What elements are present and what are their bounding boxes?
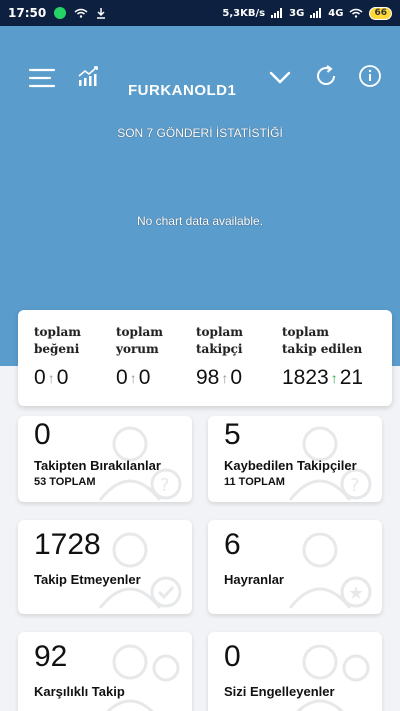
summary-value: 0 (34, 366, 46, 389)
summary-following: toplam takip edilen 1823 ↑ 21 (282, 324, 363, 390)
card-title: Takip Etmeyenler (34, 572, 141, 587)
svg-text:?: ? (350, 475, 360, 496)
refresh-icon[interactable] (312, 62, 340, 90)
summary-followers: toplam takipçi 98 ↑ 0 (196, 324, 243, 390)
summary-delta: 0 (56, 366, 69, 389)
signal-icon-2 (310, 8, 322, 18)
card-number: 0 (224, 640, 241, 673)
card-title: Kaybedilen Takipçiler (224, 458, 357, 473)
card-subtitle: 11 TOPLAM (224, 476, 285, 488)
summary-delta: 0 (230, 366, 243, 389)
summary-value: 1823 (282, 366, 329, 389)
users-icon (106, 644, 180, 711)
users-icon (296, 644, 370, 711)
chart-empty-message: No chart data available. (136, 214, 264, 228)
svg-text:?: ? (160, 475, 170, 496)
chevron-down-icon[interactable] (266, 64, 294, 92)
status-bar: 17:50 5,3KB/s 3G 4G 66 (0, 0, 400, 26)
card-lost-followers[interactable]: ? 5 Kaybedilen Takipçiler 11 TOPLAM (208, 416, 382, 502)
summary-value: 0 (116, 366, 128, 389)
wifi-icon (74, 8, 88, 18)
download-icon (96, 7, 106, 19)
summary-delta: 21 (339, 366, 364, 389)
card-number: 5 (224, 418, 241, 451)
hamburger-icon[interactable] (28, 64, 56, 92)
summary-label: toplam takipçi (196, 325, 243, 356)
card-title: Karşılıklı Takip (34, 684, 125, 699)
summary-likes: toplam beğeni 0 ↑ 0 (34, 324, 81, 390)
users-star-icon: ★ (288, 532, 372, 609)
wifi-icon-2 (349, 8, 363, 18)
network-speed: 5,3KB/s (222, 7, 266, 19)
svg-text:★: ★ (348, 583, 364, 604)
username-title: FURKANOLD1 (128, 82, 237, 99)
card-mutual-follow[interactable]: 92 Karşılıklı Takip (18, 632, 192, 711)
summary-comments: toplam yorum 0 ↑ 0 (116, 324, 163, 390)
signal-icon (271, 8, 283, 18)
users-check-icon (98, 532, 182, 609)
card-number: 92 (34, 640, 68, 673)
card-number: 6 (224, 528, 241, 561)
network-type-2: 4G (328, 7, 344, 19)
summary-card: toplam beğeni 0 ↑ 0 toplam yorum 0 ↑ 0 t… (18, 310, 392, 406)
card-title: Sizi Engelleyenler (224, 684, 335, 699)
card-unfollowed[interactable]: ? 0 Takipten Bırakılanlar 53 TOPLAM (18, 416, 192, 502)
card-title: Takipten Bırakılanlar (34, 458, 161, 473)
card-number: 0 (34, 418, 51, 451)
summary-label: toplam yorum (116, 325, 163, 356)
battery-indicator: 66 (369, 6, 392, 20)
chart-icon[interactable] (74, 62, 102, 90)
arrow-up-icon: ↑ (129, 370, 137, 386)
card-title: Hayranlar (224, 572, 284, 587)
card-number: 1728 (34, 528, 101, 561)
clock: 17:50 (8, 6, 47, 20)
whatsapp-icon (54, 7, 67, 19)
summary-label: toplam beğeni (34, 325, 81, 356)
network-type-1: 3G (289, 7, 305, 19)
summary-delta: 0 (138, 366, 151, 389)
arrow-up-icon: ↑ (221, 370, 229, 386)
toolbar: FURKANOLD1 (0, 52, 400, 100)
chart-title: SON 7 GÖNDERİ İSTATİSTİĞİ (117, 126, 283, 140)
info-icon[interactable] (356, 62, 384, 90)
summary-value: 98 (196, 366, 220, 389)
card-subtitle: 53 TOPLAM (34, 476, 96, 488)
card-not-following-back[interactable]: 1728 Takip Etmeyenler (18, 520, 192, 614)
card-blocked-you[interactable]: 0 Sizi Engelleyenler (208, 632, 382, 711)
arrow-up-icon: ↑ (330, 370, 338, 386)
summary-label: toplam takip edilen (282, 325, 363, 356)
arrow-up-icon: ↑ (47, 370, 55, 386)
card-fans[interactable]: ★ 6 Hayranlar (208, 520, 382, 614)
